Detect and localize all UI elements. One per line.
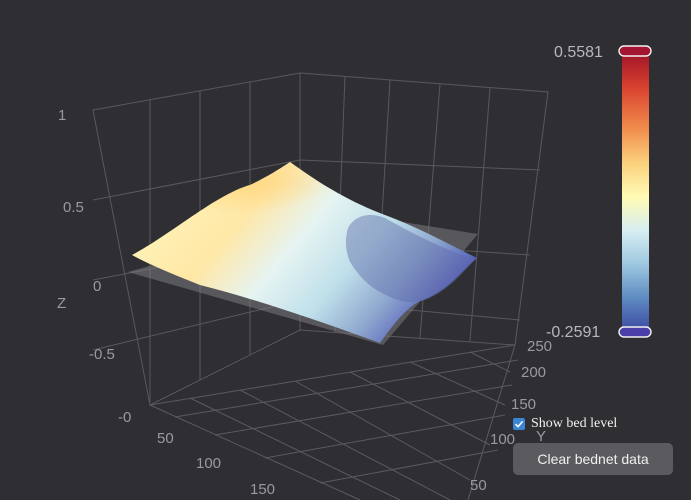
z-axis-label: Z — [57, 295, 66, 312]
show-bed-level-checkbox[interactable] — [513, 418, 525, 430]
colorbar-max-handle[interactable] — [618, 45, 652, 57]
colorbar-min-handle[interactable] — [618, 326, 652, 338]
colorbar-max-label: 0.5581 — [554, 44, 603, 61]
colorbar-gradient — [622, 52, 649, 331]
bed-level-surface — [132, 162, 477, 343]
bedmesh-controls: Show bed level Clear bednet data — [513, 414, 675, 475]
colorbar-min-label: -0.2591 — [546, 324, 600, 341]
z-tick: -0.5 — [89, 346, 115, 363]
z-tick: -0 — [118, 409, 131, 426]
x-axis: 50 100 150 — [157, 430, 275, 498]
x-tick: 150 — [250, 481, 275, 498]
checkmark-icon — [514, 420, 524, 428]
show-bed-level-toggle[interactable]: Show bed level — [513, 414, 675, 434]
y-tick: 200 — [521, 364, 546, 381]
x-tick: 100 — [196, 455, 221, 472]
grid-floor — [149, 344, 519, 500]
z-axis: 1 0.5 0 -0.5 -0 Z — [57, 107, 131, 426]
z-tick: 0.5 — [63, 199, 84, 216]
z-tick: 0 — [93, 278, 101, 295]
show-bed-level-label: Show bed level — [531, 416, 618, 431]
colorbar: 0.5581 -0.2591 — [546, 44, 652, 341]
y-tick: 50 — [470, 477, 487, 494]
clear-bednet-data-button[interactable]: Clear bednet data — [513, 443, 673, 475]
y-tick: 150 — [511, 396, 536, 413]
x-tick: 50 — [157, 430, 174, 447]
z-tick: 1 — [58, 107, 66, 124]
y-tick: 100 — [490, 431, 515, 448]
